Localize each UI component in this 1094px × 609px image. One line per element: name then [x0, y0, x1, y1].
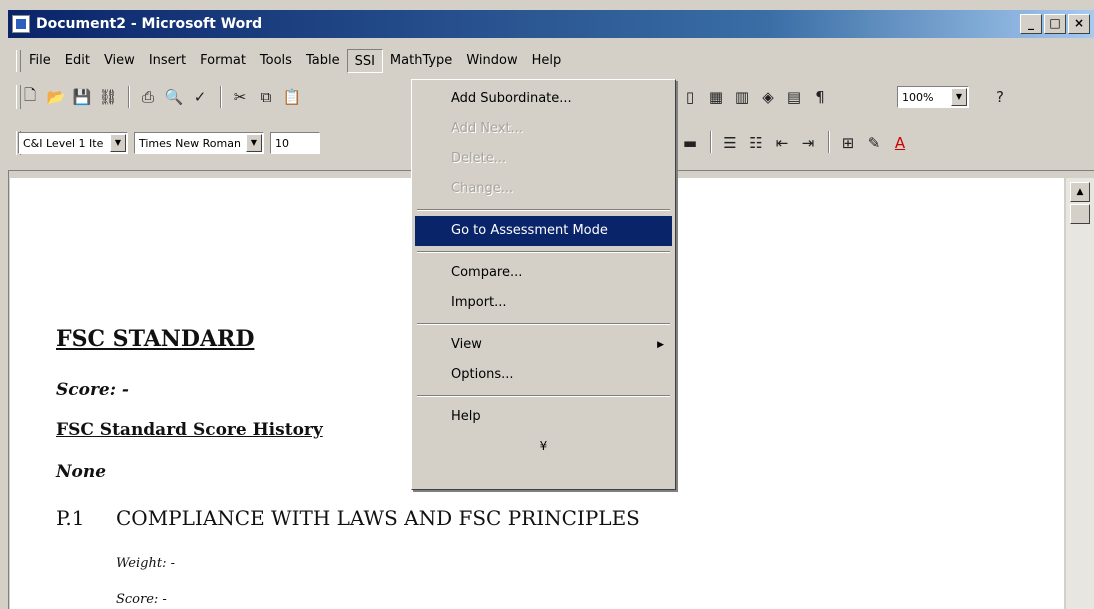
menu-help[interactable]: Help	[525, 49, 569, 73]
chevron-down-icon[interactable]: ▼	[951, 88, 967, 106]
font-select[interactable]: Times New Roman ▼	[134, 132, 264, 154]
weight-label: Weight: -	[116, 556, 175, 571]
toolbar-separator	[128, 86, 130, 108]
zoom-select[interactable]: 100% ▼	[897, 86, 969, 108]
scroll-thumb[interactable]	[1070, 204, 1090, 224]
chevron-down-icon[interactable]: ▼	[110, 134, 126, 152]
zoom-value: 100%	[902, 90, 934, 104]
drawing-icon[interactable]: ◈	[756, 85, 780, 109]
principle-number: P.1	[56, 506, 85, 530]
chevron-down-icon[interactable]: ▼	[246, 134, 262, 152]
menu-delete: Delete...	[451, 151, 507, 166]
score-label: Score: -	[56, 380, 129, 400]
principle-title: COMPLIANCE WITH LAWS AND FSC PRINCIPLES	[116, 506, 640, 530]
menu-change: Change...	[451, 181, 514, 196]
menu-table[interactable]: Table	[299, 49, 347, 73]
menu-view[interactable]: View	[97, 49, 142, 73]
font-value: Times New Roman	[139, 136, 241, 150]
menu-add-subordinate[interactable]: Add Subordinate...	[415, 84, 672, 114]
decrease-indent-icon[interactable]: ⇤	[770, 131, 794, 155]
cut-icon[interactable]: ✂	[228, 85, 252, 109]
justify-icon[interactable]: ▬	[678, 131, 702, 155]
menu-view-submenu[interactable]: View ▶	[415, 330, 672, 360]
close-button[interactable]: ×	[1068, 14, 1090, 34]
save-icon[interactable]: 💾	[70, 85, 94, 109]
maximize-button[interactable]: □	[1044, 14, 1066, 34]
help-icon[interactable]: ?	[988, 85, 1012, 109]
menu-separator	[417, 395, 670, 397]
document-heading: FSC STANDARD	[56, 326, 255, 352]
menu-edit[interactable]: Edit	[58, 49, 97, 73]
highlight-icon[interactable]: ✎	[862, 131, 886, 155]
menu-insert[interactable]: Insert	[142, 49, 193, 73]
principle-score: Score: -	[116, 592, 167, 607]
submenu-arrow-icon: ▶	[657, 340, 664, 350]
ssi-menu: Add Subordinate... Add Next... Delete...…	[411, 79, 676, 490]
font-color-icon[interactable]: A	[888, 131, 912, 155]
vertical-scrollbar[interactable]: ▲	[1066, 178, 1094, 609]
open-folder-icon[interactable]: 📂	[44, 85, 68, 109]
menu-add-next: Add Next...	[451, 121, 523, 136]
spelling-icon[interactable]: ✓	[188, 85, 212, 109]
menu-view-label: View	[451, 337, 482, 352]
increase-indent-icon[interactable]: ⇥	[796, 131, 820, 155]
borders-icon[interactable]: ⊞	[836, 131, 860, 155]
toolbar-separator	[220, 86, 222, 108]
menu-mathtype[interactable]: MathType	[383, 49, 459, 73]
menu-window[interactable]: Window	[459, 49, 524, 73]
style-value: C&I Level 1 Ite	[23, 136, 104, 150]
new-document-icon[interactable]: 🗋	[18, 85, 42, 109]
menu-separator	[417, 323, 670, 325]
menu-help-item[interactable]: Help	[415, 402, 672, 432]
paste-icon[interactable]: 📋	[280, 85, 304, 109]
font-size-value: 10	[275, 136, 289, 150]
permission-icon[interactable]: ⛓	[96, 85, 120, 109]
menu-bar: File Edit View Insert Format Tools Table…	[8, 48, 1094, 74]
menu-compare[interactable]: Compare...	[415, 258, 672, 288]
menu-format[interactable]: Format	[193, 49, 253, 73]
menu-separator	[417, 251, 670, 253]
columns-icon[interactable]: ▥	[730, 85, 754, 109]
menu-import[interactable]: Import...	[415, 288, 672, 318]
numbering-icon[interactable]: ☰	[718, 131, 742, 155]
bullets-icon[interactable]: ☷	[744, 131, 768, 155]
show-hide-icon[interactable]: ¶	[808, 85, 832, 109]
window-controls: _ □ ×	[1020, 14, 1090, 34]
history-value: None	[56, 462, 107, 482]
scroll-up-icon[interactable]: ▲	[1070, 182, 1090, 202]
document-map-icon[interactable]: ▤	[782, 85, 806, 109]
copy-icon[interactable]: ⧉	[254, 85, 278, 109]
print-icon[interactable]: ⎙	[136, 85, 160, 109]
toolbar-separator	[828, 131, 830, 153]
history-heading: FSC Standard Score History	[56, 420, 323, 440]
menu-tools[interactable]: Tools	[253, 49, 299, 73]
window-title: Document2 - Microsoft Word	[36, 16, 263, 32]
expand-menu-icon[interactable]: ¥	[415, 432, 672, 460]
title-bar: Document2 - Microsoft Word _ □ ×	[8, 10, 1094, 38]
menu-file[interactable]: File	[22, 49, 58, 73]
menu-options[interactable]: Options...	[415, 360, 672, 390]
word-app-icon[interactable]	[12, 15, 30, 33]
menu-ssi[interactable]: SSI	[346, 49, 383, 73]
toolbar-separator	[710, 131, 712, 153]
minimize-button[interactable]: _	[1020, 14, 1042, 34]
menu-go-to-assessment-mode[interactable]: Go to Assessment Mode	[415, 216, 672, 246]
insert-excel-icon[interactable]: ▦	[704, 85, 728, 109]
style-select[interactable]: C&I Level 1 Ite ▼	[18, 132, 128, 154]
font-size-select[interactable]: 10	[270, 132, 320, 154]
menu-separator	[417, 209, 670, 211]
table-icon[interactable]: ▯	[678, 85, 702, 109]
print-preview-icon[interactable]: 🔍	[162, 85, 186, 109]
